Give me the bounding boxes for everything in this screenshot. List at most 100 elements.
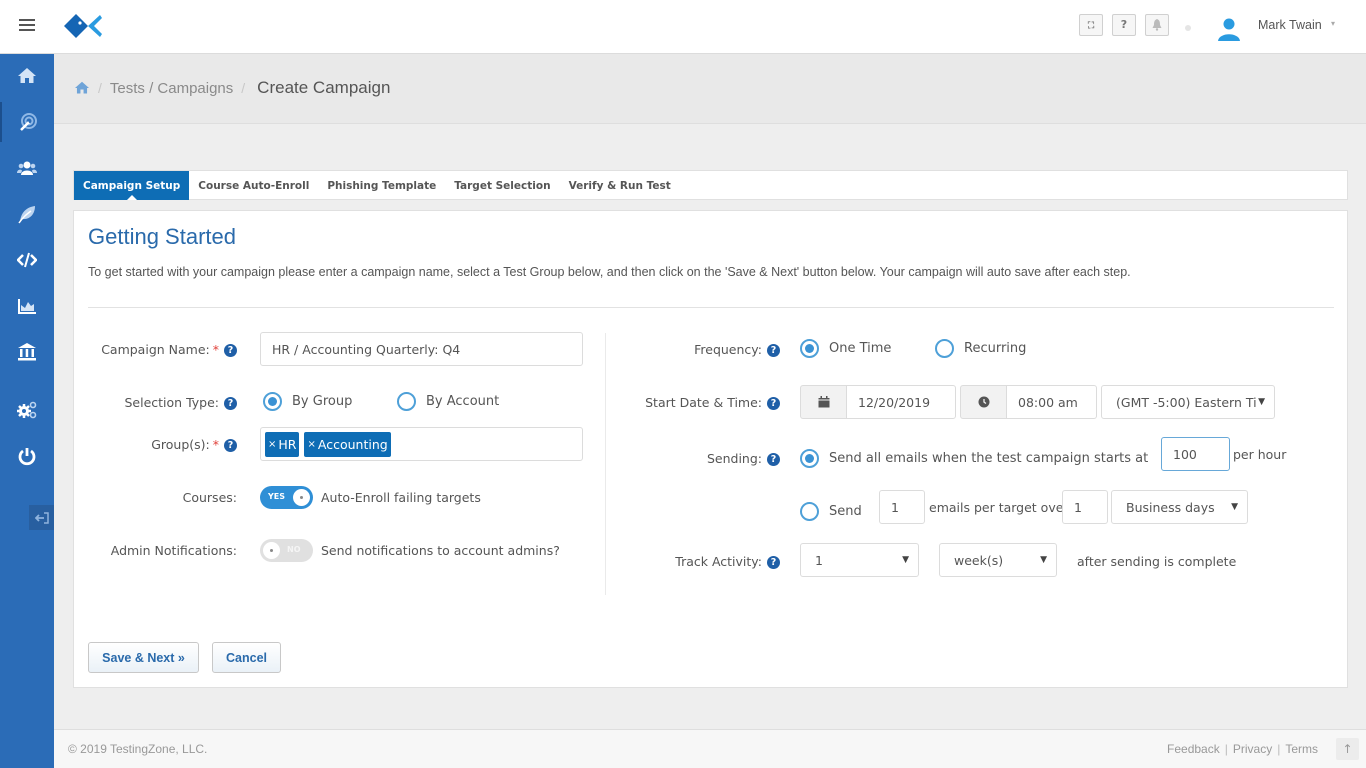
copyright: © 2019 TestingZone, LLC. — [68, 742, 208, 756]
scroll-to-top-button[interactable]: ↑ — [1336, 738, 1359, 760]
campaign-name-input[interactable]: HR / Accounting Quarterly: Q4 — [260, 332, 583, 366]
arrow-up-icon: ↑ — [1342, 742, 1353, 756]
sidebar-item-reports[interactable] — [0, 286, 54, 326]
fullscreen-button[interactable]: ⛶ — [1079, 14, 1103, 36]
radio-by-account[interactable]: By Account — [397, 392, 499, 411]
sidebar-item-home[interactable] — [0, 56, 54, 96]
timezone-select[interactable]: (GMT -5:00) Eastern Ti ▼ — [1101, 385, 1275, 419]
toggle-label: YES — [268, 492, 286, 501]
select-value: (GMT -5:00) Eastern Ti — [1116, 394, 1257, 410]
calendar-addon[interactable] — [800, 385, 847, 419]
sidebar-item-code[interactable] — [0, 240, 54, 280]
radio-send-all[interactable]: Send all emails when the test campaign s… — [800, 449, 1148, 468]
help-icon[interactable]: ? — [767, 453, 780, 466]
tab-phishing-template[interactable]: Phishing Template — [318, 171, 445, 200]
track-unit-select[interactable]: week(s) ▼ — [939, 543, 1057, 577]
user-menu-caret-icon[interactable]: ▾ — [1331, 19, 1335, 28]
sidebar-item-logout[interactable] — [0, 436, 54, 476]
help-button[interactable]: ? — [1112, 14, 1136, 36]
spread-unit-select[interactable]: Business days ▼ — [1111, 490, 1248, 524]
sidebar-item-institution[interactable] — [0, 332, 54, 372]
clock-addon[interactable] — [960, 385, 1007, 419]
radio-by-group[interactable]: By Group — [263, 392, 352, 411]
campaign-name-label: Campaign Name: *? — [101, 342, 237, 357]
clock-icon — [978, 396, 989, 408]
select-value: Business days — [1126, 499, 1215, 515]
sending-label-text: Sending: — [706, 451, 762, 466]
sidebar-item-users[interactable] — [0, 148, 54, 188]
track-activity-label-text: Track Activity: — [675, 554, 762, 569]
hamburger-icon[interactable] — [19, 19, 35, 33]
breadcrumb-separator: / — [98, 80, 102, 96]
avatar[interactable] — [1215, 14, 1243, 42]
sidebar-collapse-button[interactable] — [29, 505, 54, 530]
start-time-input[interactable]: 08:00 am — [1006, 385, 1097, 419]
radio-unchecked — [935, 339, 954, 358]
dropdown-caret-icon: ▼ — [902, 555, 909, 565]
toggle-label: NO — [287, 545, 301, 554]
group-tag-accounting: × Accounting — [304, 431, 391, 457]
cancel-button[interactable]: Cancel — [212, 642, 281, 673]
help-icon[interactable]: ? — [224, 397, 237, 410]
help-icon[interactable]: ? — [767, 344, 780, 357]
track-activity-label: Track Activity:? — [675, 554, 780, 569]
remove-tag-icon[interactable]: × — [268, 439, 276, 450]
courses-label: Courses: — [182, 490, 237, 505]
start-date-label-text: Start Date & Time: — [645, 395, 762, 410]
column-divider — [605, 333, 606, 595]
admin-notifications-toggle[interactable]: NO — [260, 539, 313, 562]
footer: © 2019 TestingZone, LLC. Feedback | Privac… — [54, 729, 1366, 768]
sidebar-item-training[interactable] — [0, 194, 54, 234]
scrollbar[interactable] — [1347, 124, 1366, 728]
emails-per-target-input[interactable]: 1 — [879, 490, 925, 524]
help-icon[interactable]: ? — [767, 556, 780, 569]
link-separator: | — [1224, 742, 1228, 756]
fullscreen-icon: ⛶ — [1087, 21, 1095, 31]
area-chart-icon — [18, 299, 36, 314]
tab-target-selection[interactable]: Target Selection — [445, 171, 559, 200]
save-next-button[interactable]: Save & Next » — [88, 642, 199, 673]
radio-unchecked — [397, 392, 416, 411]
group-tag-hr: × HR — [265, 431, 300, 457]
track-count-select[interactable]: 1 ▼ — [800, 543, 919, 577]
privacy-link[interactable]: Privacy — [1233, 742, 1272, 756]
tab-campaign-setup[interactable]: Campaign Setup — [74, 171, 190, 200]
notifications-button[interactable] — [1145, 14, 1169, 36]
breadcrumb-separator: / — [241, 80, 246, 96]
courses-toggle[interactable]: YES — [260, 486, 313, 509]
sidebar-item-phishing[interactable] — [0, 102, 54, 142]
toggle-knob — [293, 489, 310, 506]
wizard-tabs: Campaign Setup Course Auto-Enroll Phishi… — [73, 170, 1348, 200]
home-icon[interactable] — [74, 81, 90, 95]
radio-send-spread[interactable]: Send — [800, 502, 862, 521]
sidebar-item-settings[interactable] — [0, 390, 54, 430]
radio-one-time[interactable]: One Time — [800, 339, 891, 358]
users-icon — [17, 161, 37, 175]
terms-link[interactable]: Terms — [1285, 742, 1318, 756]
radio-checked — [800, 449, 819, 468]
admin-notifications-label: Admin Notifications: — [110, 543, 237, 558]
help-icon[interactable]: ? — [224, 439, 237, 452]
dropdown-caret-icon: ▼ — [1258, 397, 1265, 407]
start-date-input[interactable]: 12/20/2019 — [846, 385, 956, 419]
tab-verify-run-test[interactable]: Verify & Run Test — [560, 171, 680, 200]
send-rate-input[interactable]: 100 — [1161, 437, 1230, 471]
select-value: 1 — [815, 552, 823, 568]
radio-label: Send all emails when the test campaign s… — [829, 451, 1149, 466]
top-bar: ⛶ ? Mark Twain ▾ — [0, 0, 1366, 54]
campaign-setup-panel: Getting Started To get started with your… — [73, 210, 1348, 688]
fish-logo[interactable] — [62, 12, 104, 40]
user-name[interactable]: Mark Twain — [1258, 18, 1322, 32]
breadcrumb-link-campaigns[interactable]: Tests / Campaigns — [110, 80, 233, 97]
groups-tag-input[interactable]: × HR × Accounting — [260, 427, 583, 461]
remove-tag-icon[interactable]: × — [307, 439, 315, 450]
per-hour-text: per hour — [1233, 447, 1287, 462]
radio-label: One Time — [829, 341, 892, 356]
spread-over-input[interactable]: 1 — [1062, 490, 1108, 524]
radio-recurring[interactable]: Recurring — [935, 339, 1026, 358]
tab-course-auto-enroll[interactable]: Course Auto-Enroll — [189, 171, 318, 200]
sidebar — [0, 54, 54, 768]
help-icon[interactable]: ? — [224, 344, 237, 357]
help-icon[interactable]: ? — [767, 397, 780, 410]
feedback-link[interactable]: Feedback — [1167, 742, 1220, 756]
